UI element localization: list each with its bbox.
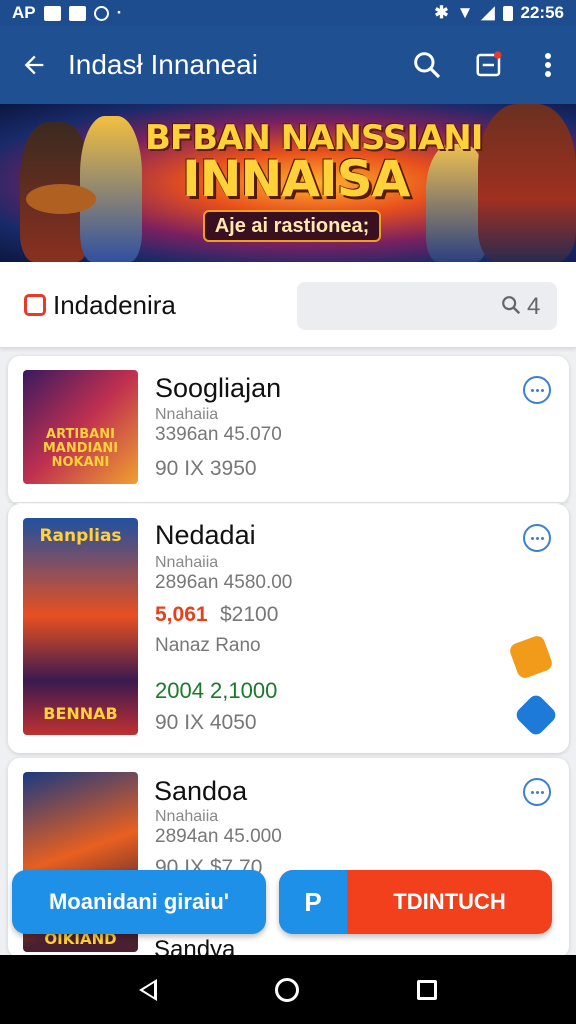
item-title: Nedadai [155,520,256,550]
more-button[interactable] [520,26,576,104]
more-vert-icon [545,53,551,77]
dot-icon: · [116,3,123,22]
thumbnail-text: ARTIBANI MANDIANI NOKANI [42,427,119,470]
sync-icon [93,5,109,21]
item-price-highlight: 5,061 [155,603,208,626]
recents-nav-icon[interactable] [417,979,437,1000]
notes-button[interactable] [458,26,520,104]
section-label: Indadenira [53,290,176,320]
banner-title-line2: INNAISA [182,150,410,208]
status-carrier: AP [12,3,36,22]
app-title: Indasł Innaneai [68,49,258,80]
image-icon [68,5,86,21]
signal-icon: ◢ [481,3,495,22]
item-meta: 2896an 4580.00 [155,572,293,593]
guitar-icon [26,184,96,214]
primary-action-button[interactable]: Moanidani giraiu' [12,870,266,934]
item-price: 90 IX 3950 [155,457,257,480]
brand-icon [24,294,46,316]
item-title: Sandoa [154,776,248,806]
item-price-bottom: 90 IX 4050 [155,711,257,734]
item-green-price: 2004 2,1000 [155,678,278,703]
list-item[interactable]: Ranplias BENNAB Nedadai Nnahaiia 2896an … [8,504,569,753]
item-meta: 2894an 45.000 [155,826,282,847]
secondary-action-label: TDINTUCH [393,889,506,914]
search-field-icon [502,296,521,315]
item-meta: 3396an 45.070 [155,424,282,445]
list-item[interactable]: ARTIBANI MANDIANI NOKANI Soogliajan Nnah… [8,356,569,504]
search-icon [414,52,441,79]
battery-icon [502,5,513,21]
status-bar: AP · ✱ ▼ ◢ 22:56 [0,0,576,26]
divider [8,502,569,503]
p-icon: P [279,870,347,934]
item-price: $2100 [220,603,279,626]
system-nav-bar [0,955,576,1024]
item-title: Soogliajan [155,373,282,403]
item-subtitle: Nnahaiia [155,406,219,423]
notes-icon [476,51,502,77]
bluetooth-icon: ✱ [434,3,449,22]
n-badge-icon [43,5,61,21]
thumbnail-bottom-text: BENNAB [43,704,118,723]
banner-character-far-right [478,104,576,262]
item-subtitle: Nnahaiia [155,808,219,825]
back-nav-icon[interactable] [139,978,157,1001]
arrow-back-icon [24,55,44,75]
banner-character-center-left [80,116,142,262]
search-result-count: 4 [527,293,541,320]
item-thumbnail: Ranplias BENNAB [23,518,138,735]
chat-button[interactable] [523,376,551,404]
thumbnail-top-text: Ranplias [39,526,122,546]
back-button[interactable] [0,26,68,104]
item-extra-label: Nanaz Rano [155,635,261,656]
secondary-action-button[interactable]: P TDINTUCH [279,870,552,934]
status-time: 22:56 [520,3,564,22]
item-subtitle: Nnahaiia [155,554,219,571]
app-bar: Indasł Innaneai [0,26,576,104]
banner-subtitle: Aje ai rastionea; [203,210,381,242]
chat-button[interactable] [523,778,551,806]
next-item-title: Sandya [154,936,236,955]
search-button[interactable] [396,26,458,104]
home-nav-icon[interactable] [275,977,299,1002]
verified-icon[interactable] [513,692,559,738]
tag-icon[interactable] [507,633,555,681]
item-thumbnail: ARTIBANI MANDIANI NOKANI [23,370,138,484]
chat-button[interactable] [523,524,551,552]
wifi-icon: ▼ [456,3,474,22]
